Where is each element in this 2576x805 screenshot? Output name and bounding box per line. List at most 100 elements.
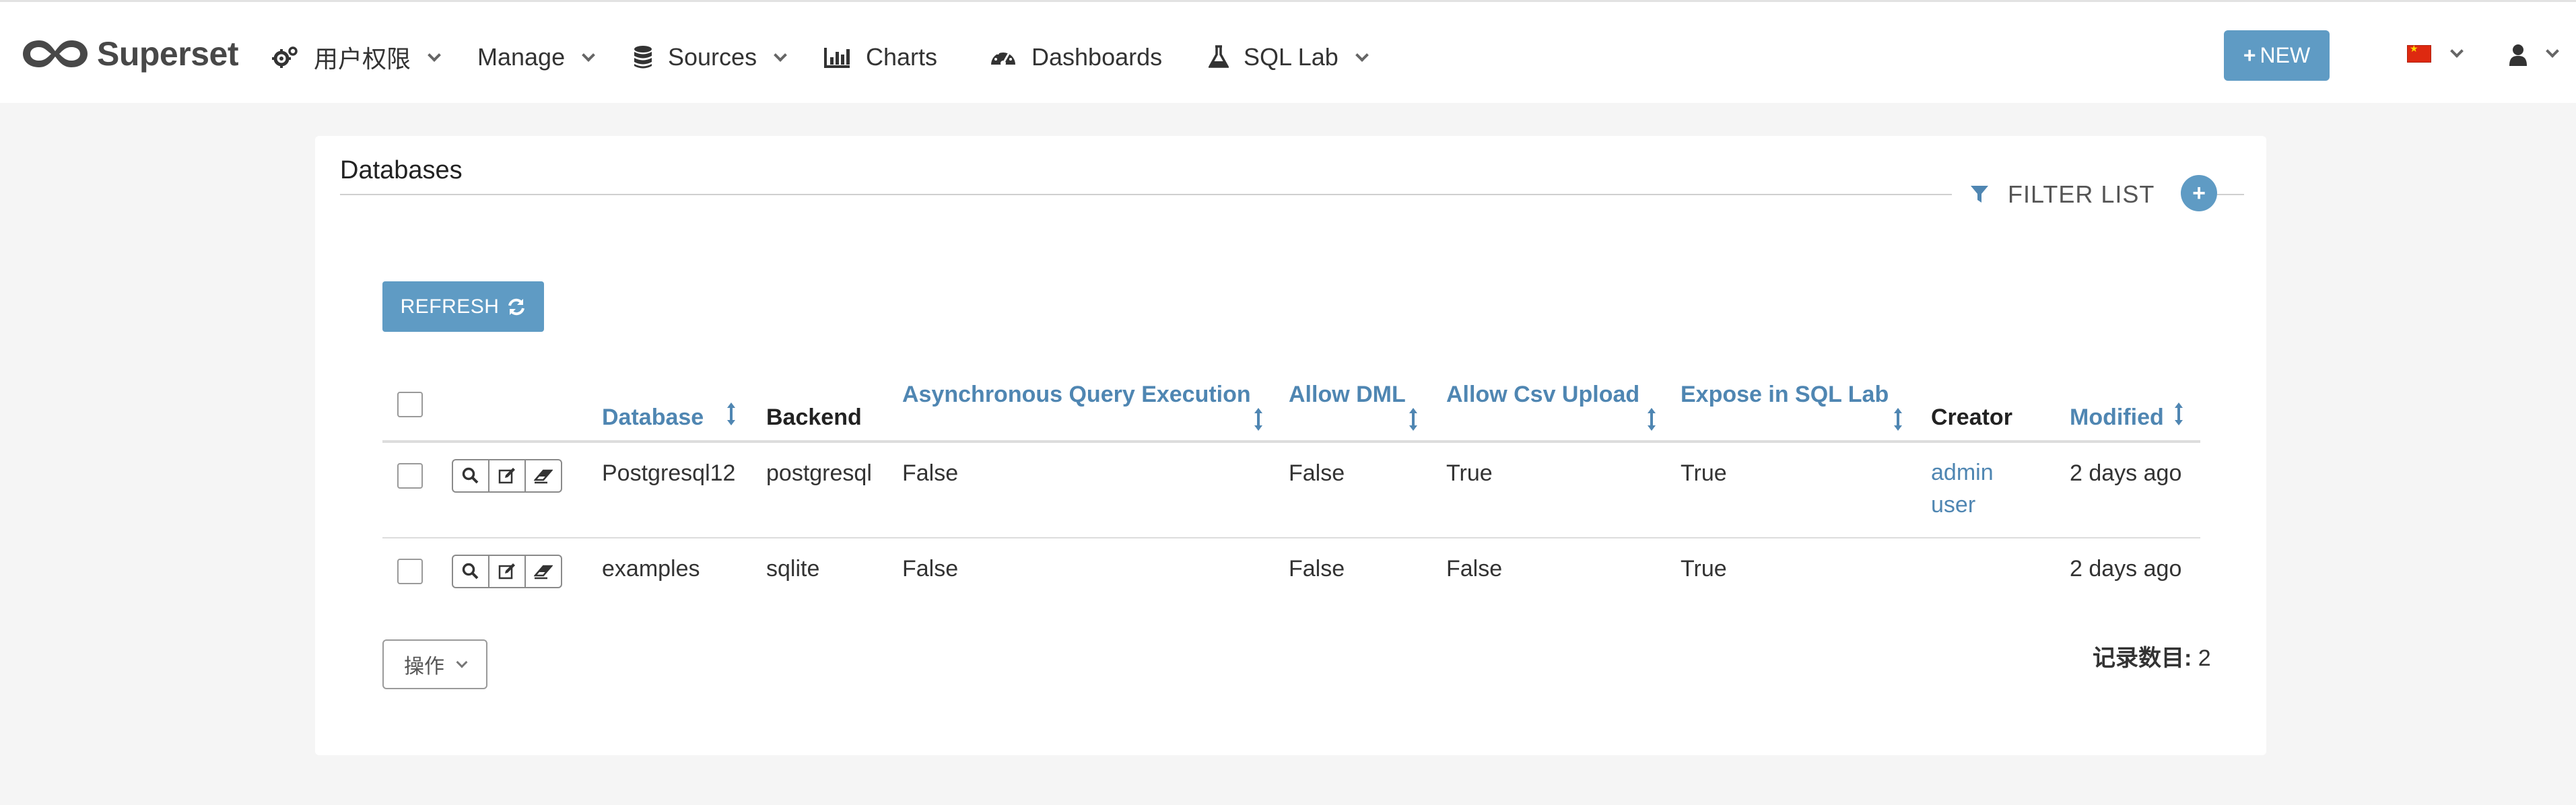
nav-security-menu[interactable]: 用户权限 [272,37,441,77]
sort-icon [1254,408,1262,431]
chevron-down-icon [582,48,596,62]
show-record-button[interactable] [452,459,489,493]
edit-icon [498,468,515,484]
database-icon [633,45,653,69]
flask-icon [1209,45,1229,69]
nav-sources-menu[interactable]: Sources [633,37,787,77]
cell-allow-dml: False [1289,556,1345,582]
cell-backend: sqlite [766,556,820,582]
nav-charts-label: Charts [866,43,938,71]
edit-icon [498,563,515,580]
sort-icon [1894,408,1902,431]
filter-divider [2217,194,2244,195]
cell-creator-link[interactable]: admin user [1931,456,1994,521]
new-button[interactable]: + NEW [2224,30,2330,81]
sort-icon [1648,408,1656,431]
creator-first-name: admin [1931,460,1994,485]
refresh-icon [508,298,525,315]
column-header-modified[interactable]: Modified [2070,403,2183,431]
select-all-checkbox[interactable] [397,392,423,417]
creator-last-name: user [1931,492,1976,518]
nav-manage-menu[interactable]: Manage [477,37,596,77]
chevron-down-icon [1355,48,1369,62]
add-filter-button[interactable]: + [2181,175,2217,211]
plus-icon: + [2192,180,2206,206]
brand-name: Superset [97,35,238,73]
column-header-backend: Backend [766,405,862,430]
filter-icon [1971,186,1988,203]
delete-record-button[interactable] [524,555,562,588]
record-count-value: 2 [2198,645,2211,671]
page-title: Databases [340,156,463,184]
nav-manage-label: Manage [477,43,566,71]
row-actions [452,459,562,493]
column-label: Allow DML [1289,382,1406,407]
nav-sqllab-menu[interactable]: SQL Lab [1209,37,1369,77]
user-icon[interactable] [2509,44,2528,73]
row-actions [452,555,562,588]
nav-dashboards-link[interactable]: Dashboards [990,37,1162,77]
sort-icon [1409,408,1417,431]
refresh-label: REFRESH [400,295,500,318]
column-label: Expose in SQL Lab [1681,382,1889,407]
eraser-icon [534,565,553,580]
row-checkbox[interactable] [397,463,423,489]
databases-table: Database Backend Asynchronous Query Exec… [382,365,2200,633]
china-flag-icon[interactable] [2407,43,2431,63]
cell-allow-csv: False [1446,556,1503,582]
filter-list-label: FILTER LIST [2008,180,2155,208]
column-header-allow-csv[interactable]: Allow Csv Upload [1446,381,1668,431]
column-header-database[interactable]: Database [602,403,736,431]
show-record-button[interactable] [452,555,489,588]
edit-record-button[interactable] [488,555,526,588]
cell-expose-sql: True [1681,556,1727,582]
nav-sqllab-label: SQL Lab [1244,43,1338,71]
nav-sources-label: Sources [668,43,757,71]
dashboard-icon [990,46,1017,69]
nav-charts-link[interactable]: Charts [824,37,937,77]
chevron-down-icon [774,48,787,62]
column-label: Database [602,405,704,430]
plus-icon: + [2243,43,2256,67]
search-icon [462,467,479,484]
column-label: Asynchronous Query Execution [902,382,1251,407]
databases-panel: Databases FILTER LIST + REFRESH Database [315,136,2266,755]
actions-label: 操作 [404,656,444,678]
sort-icon [2175,403,2183,426]
column-label: Allow Csv Upload [1446,382,1640,407]
column-header-async[interactable]: Asynchronous Query Execution [902,381,1279,431]
actions-dropdown-button[interactable]: 操作 [382,639,487,689]
user-chevron-down-icon[interactable] [2546,44,2559,58]
chevron-down-icon [428,48,441,62]
nav-dashboards-label: Dashboards [1031,43,1163,71]
cell-expose-sql: True [1681,460,1727,486]
chevron-down-icon [456,656,468,668]
filter-list-button[interactable]: FILTER LIST [1970,178,2155,211]
cell-allow-csv: True [1446,460,1493,486]
top-navbar: Superset 用户权限 Manage Sources Charts Dash… [0,0,2576,103]
edit-record-button[interactable] [488,459,526,493]
language-chevron-down-icon[interactable] [2450,44,2464,58]
nav-security-label: 用户权限 [314,45,411,73]
sort-icon [726,403,735,426]
cell-modified: 2 days ago [2070,460,2182,486]
delete-record-button[interactable] [524,459,562,493]
column-header-allow-dml[interactable]: Allow DML [1289,381,1423,431]
column-label: Modified [2070,405,2164,430]
cell-modified: 2 days ago [2070,556,2182,582]
cell-allow-dml: False [1289,460,1345,486]
bar-chart-icon [824,46,851,68]
cell-async: False [902,556,959,582]
row-checkbox[interactable] [397,559,423,584]
column-header-expose-sql[interactable]: Expose in SQL Lab [1681,381,1923,431]
record-count: 记录数目: 2 [2093,639,2211,672]
brand-logo[interactable]: Superset [20,32,238,76]
cell-database: Postgresql12 [602,460,736,486]
refresh-button[interactable]: REFRESH [382,281,544,332]
table-row: examples sqlite False False False True 2… [382,538,2200,633]
search-icon [462,563,479,580]
title-divider [340,194,1952,195]
superset-logo-icon [23,40,88,67]
table-header-row: Database Backend Asynchronous Query Exec… [382,365,2200,443]
table-row: Postgresql12 postgresql False False True… [382,443,2200,538]
